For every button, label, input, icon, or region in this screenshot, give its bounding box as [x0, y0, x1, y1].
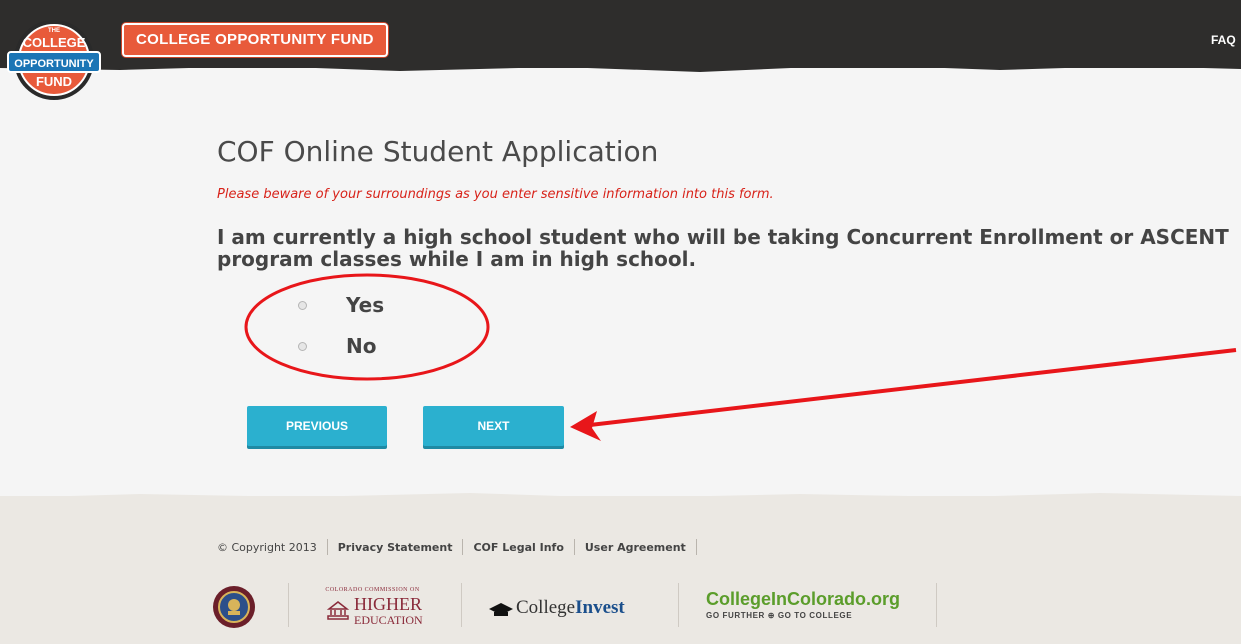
security-warning: Please beware of your surroundings as yo… [217, 187, 774, 202]
divider [461, 583, 462, 627]
cof-logo[interactable]: THE COLLEGE OPPORTUNITY FUND [6, 16, 104, 102]
collegeincolorado-logo-title: CollegeInColorado.org [706, 589, 901, 609]
option-no-label[interactable]: No [346, 334, 376, 358]
next-button[interactable]: NEXT [423, 406, 564, 446]
divider [936, 583, 937, 627]
cche-logo[interactable]: COLORADO COMMISSION ON HIGHER EDUCATION [324, 587, 423, 631]
option-yes[interactable]: Yes [298, 290, 384, 320]
collegeinvest-logo-part1: College [516, 597, 576, 618]
nav-faq-link[interactable]: FAQ [1211, 33, 1236, 47]
brand-home-button[interactable]: COLLEGE OPPORTUNITY FUND [122, 23, 388, 57]
state-of-colorado-seal-icon[interactable] [212, 585, 256, 629]
radio-no[interactable] [298, 341, 307, 351]
collegeinvest-logo[interactable]: CollegeInvest [516, 597, 625, 619]
radio-yes[interactable] [298, 300, 307, 310]
eligibility-question: I am currently a high school student who… [217, 225, 1229, 271]
partner-logos: COLORADO COMMISSION ON HIGHER EDUCATION … [210, 583, 950, 639]
cche-logo-line2: HIGHER [354, 594, 422, 614]
divider [326, 539, 328, 555]
cche-dome-icon [326, 601, 350, 620]
previous-button[interactable]: PREVIOUS [247, 406, 387, 446]
user-agreement-link[interactable]: User Agreement [585, 541, 686, 554]
footer-links: © Copyright 2013 Privacy Statement COF L… [217, 539, 707, 555]
annotation-arrow-line [589, 348, 1237, 427]
divider [288, 583, 289, 627]
privacy-statement-link[interactable]: Privacy Statement [338, 541, 453, 554]
svg-text:THE: THE [48, 28, 60, 34]
cche-logo-line3: EDUCATION [354, 613, 423, 627]
svg-text:OPPORTUNITY: OPPORTUNITY [14, 58, 94, 70]
divider [695, 539, 697, 555]
collegeinvest-logo-part2: Invest [575, 597, 625, 618]
graduation-cap-icon [489, 603, 513, 616]
divider [462, 539, 464, 555]
page-title: COF Online Student Application [217, 135, 659, 168]
cof-legal-info-link[interactable]: COF Legal Info [473, 541, 563, 554]
annotation-arrow-head [570, 411, 601, 441]
collegeincolorado-logo-tagline: GO FURTHER ⊕ GO TO COLLEGE [706, 611, 853, 620]
cche-logo-line1: COLORADO COMMISSION ON [325, 587, 420, 593]
collegeincolorado-logo[interactable]: CollegeInColorado.org GO FURTHER ⊕ GO TO… [706, 589, 901, 620]
option-yes-label[interactable]: Yes [346, 293, 384, 317]
option-no[interactable]: No [298, 331, 376, 361]
header-torn-edge [0, 60, 1241, 72]
divider [573, 539, 575, 555]
svg-text:COLLEGE: COLLEGE [23, 35, 86, 50]
svg-text:FUND: FUND [36, 74, 72, 89]
copyright-text: © Copyright 2013 [217, 540, 317, 554]
divider [678, 583, 679, 627]
